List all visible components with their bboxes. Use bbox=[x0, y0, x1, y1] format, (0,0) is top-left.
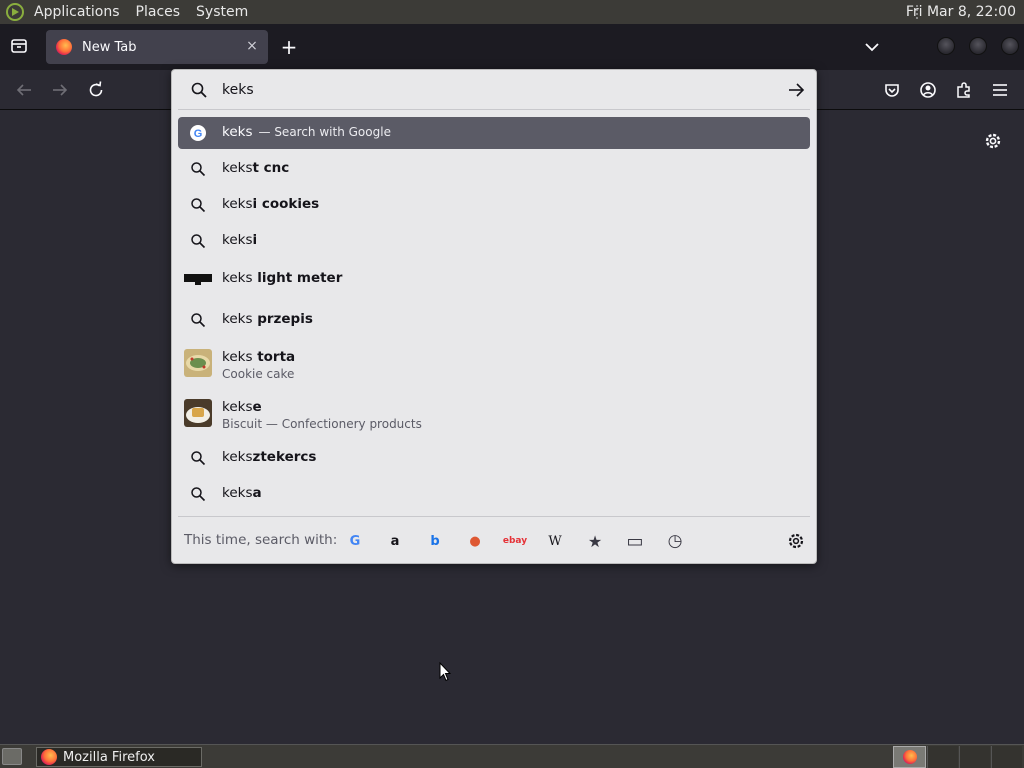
result-typed-text: keks bbox=[222, 232, 253, 248]
cookie-cake-thumbnail-icon bbox=[184, 349, 212, 377]
maximize-window-button[interactable] bbox=[969, 37, 987, 55]
search-icon bbox=[191, 487, 206, 502]
firefox-view-icon[interactable] bbox=[9, 36, 29, 56]
result-completion-text: przepis bbox=[252, 311, 313, 327]
close-window-button[interactable] bbox=[1001, 37, 1019, 55]
system-top-panel: Applications Places System Fri Mar 8, 22… bbox=[0, 0, 1024, 24]
urlbar bbox=[172, 70, 816, 110]
extensions-puzzle-icon[interactable] bbox=[954, 80, 974, 100]
search-icon bbox=[191, 451, 206, 466]
biscuit-thumbnail-icon bbox=[184, 399, 212, 427]
workspace-2[interactable] bbox=[927, 746, 958, 768]
search-icon bbox=[191, 162, 206, 177]
result-typed-text: keks bbox=[222, 160, 253, 176]
google-icon[interactable]: G bbox=[345, 531, 365, 551]
result-completion-text: i cookies bbox=[252, 196, 320, 212]
result-completion-text: i bbox=[252, 232, 258, 248]
history-icon[interactable]: ◷ bbox=[665, 531, 685, 551]
tab-title: New Tab bbox=[82, 39, 137, 55]
show-desktop-icon[interactable] bbox=[2, 748, 22, 765]
result-typed-text: keks bbox=[222, 311, 253, 327]
tv-icon bbox=[184, 274, 212, 285]
divider bbox=[178, 516, 810, 517]
result-completion-text: light meter bbox=[252, 270, 343, 286]
applications-menu[interactable]: Applications bbox=[26, 0, 128, 24]
result-row[interactable]: keksztekercs bbox=[178, 442, 810, 474]
one-off-label: This time, search with: bbox=[184, 532, 338, 548]
result-typed-text: keks bbox=[222, 349, 253, 365]
clock[interactable]: Fri Mar 8, 22:00 bbox=[906, 0, 1016, 24]
bing-icon[interactable]: b bbox=[425, 531, 445, 551]
bottom-taskbar: Mozilla Firefox bbox=[0, 744, 1024, 768]
places-menu[interactable]: Places bbox=[128, 0, 189, 24]
result-completion-text: ztekercs bbox=[252, 449, 317, 465]
firefox-icon bbox=[41, 749, 57, 765]
one-off-search-bar: This time, search with: G a b ● ebay W ★… bbox=[172, 522, 816, 560]
system-menu[interactable]: System bbox=[188, 0, 256, 24]
wikipedia-icon[interactable]: W bbox=[545, 531, 565, 551]
result-row-search-with-google[interactable]: G keks — Search with Google bbox=[178, 117, 810, 149]
result-row-rich[interactable]: keks torta Cookie cake bbox=[178, 342, 810, 388]
search-icon bbox=[191, 313, 206, 328]
urlbar-input[interactable] bbox=[222, 78, 762, 102]
workspace-4[interactable] bbox=[991, 746, 1022, 768]
gear-icon[interactable] bbox=[786, 531, 806, 551]
workspace-3[interactable] bbox=[959, 746, 990, 768]
minimize-window-button[interactable] bbox=[937, 37, 955, 55]
result-row[interactable]: keksi bbox=[178, 225, 810, 257]
result-row-rich[interactable]: kekse Biscuit — Confectionery products bbox=[178, 392, 810, 438]
svg-text:G: G bbox=[194, 128, 203, 140]
amazon-icon[interactable]: a bbox=[385, 531, 405, 551]
google-icon: G bbox=[190, 125, 206, 141]
duckduckgo-icon[interactable]: ● bbox=[465, 531, 485, 551]
firefox-favicon-icon bbox=[56, 39, 72, 55]
go-arrow-icon[interactable] bbox=[786, 81, 806, 99]
pocket-icon[interactable] bbox=[882, 80, 902, 100]
workspace-1[interactable] bbox=[893, 746, 926, 768]
taskbar-window-firefox[interactable]: Mozilla Firefox bbox=[36, 747, 202, 767]
search-icon bbox=[191, 82, 207, 98]
result-typed-text: keks bbox=[222, 449, 253, 465]
chevron-down-icon[interactable] bbox=[862, 38, 882, 56]
result-typed-text: keks bbox=[222, 196, 253, 212]
forward-arrow-icon[interactable] bbox=[50, 80, 70, 100]
result-row[interactable]: keks light meter bbox=[178, 263, 810, 295]
result-typed-text: keks bbox=[222, 399, 253, 415]
divider bbox=[178, 109, 810, 110]
new-tab-button[interactable]: + bbox=[278, 36, 300, 58]
result-row[interactable]: keksa bbox=[178, 478, 810, 510]
gear-icon[interactable] bbox=[982, 130, 1004, 152]
result-typed-text: keks bbox=[222, 270, 253, 286]
tabs-icon[interactable]: ▭ bbox=[625, 531, 645, 552]
urlbar-dropdown: G keks— Search with Google kekst cnc kek… bbox=[171, 69, 817, 564]
result-subtitle: Biscuit — Confectionery products bbox=[222, 417, 422, 431]
account-icon[interactable] bbox=[918, 80, 938, 100]
result-completion-text: t cnc bbox=[252, 160, 290, 176]
result-completion-text: e bbox=[252, 399, 262, 415]
bookmarks-icon[interactable]: ★ bbox=[585, 531, 605, 551]
result-row[interactable]: keksi cookies bbox=[178, 189, 810, 221]
firefox-icon bbox=[902, 750, 917, 764]
search-icon bbox=[191, 234, 206, 249]
tab-strip: New Tab × + bbox=[0, 24, 1024, 70]
distro-logo-icon[interactable] bbox=[6, 3, 24, 21]
result-typed-text: keks bbox=[222, 485, 253, 501]
result-typed-text: keks bbox=[222, 124, 253, 140]
result-action-text: — Search with Google bbox=[258, 125, 391, 139]
hamburger-menu-icon[interactable] bbox=[990, 80, 1010, 100]
mouse-cursor-icon bbox=[439, 662, 451, 682]
back-arrow-icon[interactable] bbox=[14, 80, 34, 100]
close-tab-icon[interactable]: × bbox=[244, 38, 260, 54]
tab-new-tab[interactable]: New Tab × bbox=[46, 30, 268, 64]
result-completion-text: a bbox=[252, 485, 262, 501]
result-row[interactable]: keks przepis bbox=[178, 304, 810, 336]
result-completion-text: torta bbox=[252, 349, 296, 365]
search-icon bbox=[191, 198, 206, 213]
result-subtitle: Cookie cake bbox=[222, 367, 295, 381]
reload-icon[interactable] bbox=[86, 80, 106, 100]
ebay-icon[interactable]: ebay bbox=[502, 531, 528, 551]
taskbar-window-title: Mozilla Firefox bbox=[63, 749, 155, 765]
result-row[interactable]: kekst cnc bbox=[178, 153, 810, 185]
